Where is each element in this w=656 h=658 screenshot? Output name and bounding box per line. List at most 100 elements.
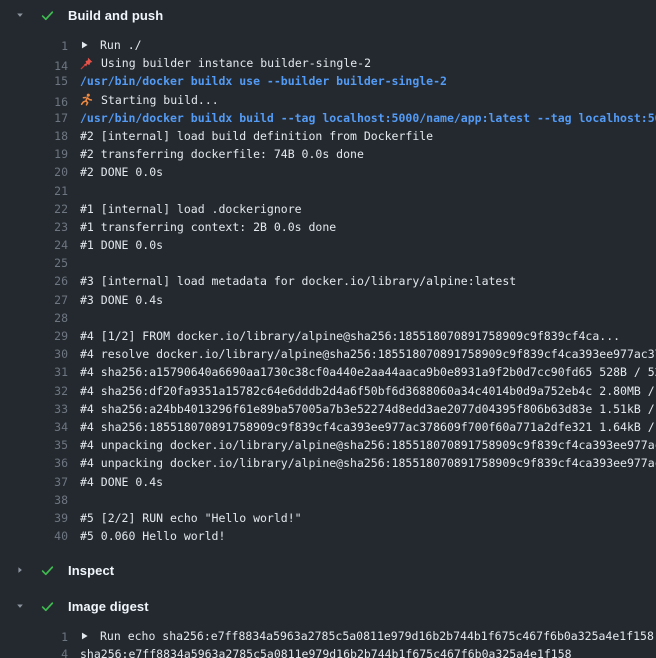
log-text: #3 DONE 0.4s xyxy=(68,291,163,309)
log-text: #1 DONE 0.0s xyxy=(68,236,163,254)
log-line: 22 #1 [internal] load .dockerignore xyxy=(0,200,656,218)
log-text: Run echo sha256:e7ff8834a5963a2785c5a081… xyxy=(68,627,654,645)
line-number[interactable]: 29 xyxy=(0,327,68,345)
line-number[interactable]: 24 xyxy=(0,236,68,254)
line-number[interactable]: 1 xyxy=(0,37,68,55)
log-line: 23 #1 transferring context: 2B 0.0s done xyxy=(0,218,656,236)
line-number[interactable]: 34 xyxy=(0,418,68,436)
play-icon[interactable] xyxy=(80,630,89,643)
log-line: 40#5 0.060 Hello world! xyxy=(0,527,656,545)
log-text-content: #4 unpacking docker.io/library/alpine@sh… xyxy=(80,436,656,454)
log-text-content: #4 resolve docker.io/library/alpine@sha2… xyxy=(80,345,656,363)
log-text: sha256:e7ff8834a5963a2785c5a0811e979d16b… xyxy=(68,645,572,658)
log-line: 4sha256:e7ff8834a5963a2785c5a0811e979d16… xyxy=(0,645,656,658)
line-number[interactable]: 27 xyxy=(0,291,68,309)
log-line: 38 xyxy=(0,491,656,509)
log-text: #5 [2/2] RUN echo "Hello world!" xyxy=(68,509,302,527)
log-section-build-and-push: Build and push1 Run ./14Using builder ins… xyxy=(0,0,656,555)
line-number[interactable]: 20 xyxy=(0,163,68,181)
log-line: 37#4 DONE 0.4s xyxy=(0,473,656,491)
line-number[interactable]: 28 xyxy=(0,309,68,327)
log-text: #4 [1/2] FROM docker.io/library/alpine@s… xyxy=(68,327,620,345)
check-success-icon xyxy=(39,562,55,578)
check-success-icon xyxy=(39,7,55,23)
line-number[interactable]: 22 xyxy=(0,200,68,218)
log-text-content: #4 sha256:a15790640a6690aa1730c38cf0a440… xyxy=(80,363,656,381)
line-number[interactable]: 37 xyxy=(0,473,68,491)
log-text: #4 DONE 0.4s xyxy=(68,473,163,491)
line-number[interactable]: 30 xyxy=(0,345,68,363)
log-text-content: #5 [2/2] RUN echo "Hello world!" xyxy=(80,509,302,527)
section-title: Image digest xyxy=(68,599,149,614)
log-text-content: Starting build... xyxy=(101,91,219,109)
log-line: 39 #5 [2/2] RUN echo "Hello world!" xyxy=(0,509,656,527)
section-header-image-digest[interactable]: Image digest xyxy=(0,591,656,621)
line-number[interactable]: 31 xyxy=(0,363,68,381)
chevron-down-icon xyxy=(14,600,26,612)
section-header-build-and-push[interactable]: Build and push xyxy=(0,0,656,30)
log-line: 34 #4 sha256:185518070891758909c9f839cf4c… xyxy=(0,418,656,436)
log-line: 16Starting build... xyxy=(0,91,656,109)
log-command-text: /usr/bin/docker buildx build --tag local… xyxy=(68,109,656,127)
line-number[interactable]: 25 xyxy=(0,254,68,272)
log-text-content: #4 sha256:df20fa9351a15782c64e6dddb2d4a6… xyxy=(80,382,656,400)
line-number[interactable]: 38 xyxy=(0,491,68,509)
log-text: #4 unpacking docker.io/library/alpine@sh… xyxy=(68,454,656,472)
check-success-icon xyxy=(39,598,55,614)
line-number[interactable]: 18 xyxy=(0,127,68,145)
line-number[interactable]: 17 xyxy=(0,109,68,127)
actions-log-viewer: Build and push1Run ./14Using builder ins… xyxy=(0,0,656,658)
log-text-content: #3 DONE 0.4s xyxy=(80,291,163,309)
log-line: 17/usr/bin/docker buildx build --tag loc… xyxy=(0,109,656,127)
log-line: 15/usr/bin/docker buildx use --builder b… xyxy=(0,72,656,90)
line-number[interactable]: 35 xyxy=(0,436,68,454)
log-text: #4 unpacking docker.io/library/alpine@sh… xyxy=(68,436,656,454)
log-text: #4 sha256:a24bb4013296f61e89ba57005a7b3e… xyxy=(68,400,656,418)
section-title: Inspect xyxy=(68,563,114,578)
log-section-image-digest: Image digest1 Run echo sha256:e7ff8834a59… xyxy=(0,591,656,658)
log-text-content: #2 transferring dockerfile: 74B 0.0s don… xyxy=(80,145,364,163)
section-title: Build and push xyxy=(68,8,163,23)
log-text-content: Run echo sha256:e7ff8834a5963a2785c5a081… xyxy=(100,627,654,645)
log-line: 19 #2 transferring dockerfile: 74B 0.0s d… xyxy=(0,145,656,163)
line-number[interactable]: 33 xyxy=(0,400,68,418)
line-number[interactable]: 40 xyxy=(0,527,68,545)
log-line: 14Using builder instance builder-single-… xyxy=(0,54,656,72)
line-number[interactable]: 1 xyxy=(0,628,68,646)
play-icon[interactable] xyxy=(80,39,89,52)
log-text: Run ./ xyxy=(68,36,142,54)
line-number[interactable]: 19 xyxy=(0,145,68,163)
log-text: #4 sha256:df20fa9351a15782c64e6dddb2d4a6… xyxy=(68,382,656,400)
pushpin-icon xyxy=(80,57,93,70)
log-text-content: Using builder instance builder-single-2 xyxy=(101,54,371,72)
line-number[interactable]: 15 xyxy=(0,72,68,90)
line-number[interactable]: 4 xyxy=(0,645,68,658)
line-number[interactable]: 39 xyxy=(0,509,68,527)
log-text-content: #4 sha256:185518070891758909c9f839cf4ca3… xyxy=(80,418,656,436)
runner-icon xyxy=(80,93,93,106)
log-line: 29 #4 [1/2] FROM docker.io/library/alpine… xyxy=(0,327,656,345)
log-text: #2 DONE 0.0s xyxy=(68,163,163,181)
line-number[interactable]: 26 xyxy=(0,272,68,290)
log-text-content: #1 transferring context: 2B 0.0s done xyxy=(80,218,336,236)
line-number[interactable]: 32 xyxy=(0,382,68,400)
log-text-content: #4 unpacking docker.io/library/alpine@sh… xyxy=(80,454,656,472)
log-line: 1 Run echo sha256:e7ff8834a5963a2785c5a08… xyxy=(0,627,656,645)
log-line: 21 xyxy=(0,182,656,200)
log-text: #4 sha256:185518070891758909c9f839cf4ca3… xyxy=(68,418,656,436)
log-line: 32 #4 sha256:df20fa9351a15782c64e6dddb2d4… xyxy=(0,382,656,400)
line-number[interactable]: 21 xyxy=(0,182,68,200)
log-text-content: #1 [internal] load .dockerignore xyxy=(80,200,302,218)
section-header-inspect[interactable]: Inspect xyxy=(0,555,656,585)
log-line: 25 xyxy=(0,254,656,272)
log-line: 18 #2 [internal] load build definition fr… xyxy=(0,127,656,145)
log-line: 1 Run ./ xyxy=(0,36,656,54)
log-text-content: #4 [1/2] FROM docker.io/library/alpine@s… xyxy=(80,327,620,345)
log-text: #4 resolve docker.io/library/alpine@sha2… xyxy=(68,345,656,363)
log-text: #4 sha256:a15790640a6690aa1730c38cf0a440… xyxy=(68,363,656,381)
log-text-content: #2 [internal] load build definition from… xyxy=(80,127,433,145)
log-line: 26#3 [internal] load metadata for docker… xyxy=(0,272,656,290)
line-number[interactable]: 36 xyxy=(0,454,68,472)
line-number[interactable]: 23 xyxy=(0,218,68,236)
log-text-content: Run ./ xyxy=(100,36,142,54)
